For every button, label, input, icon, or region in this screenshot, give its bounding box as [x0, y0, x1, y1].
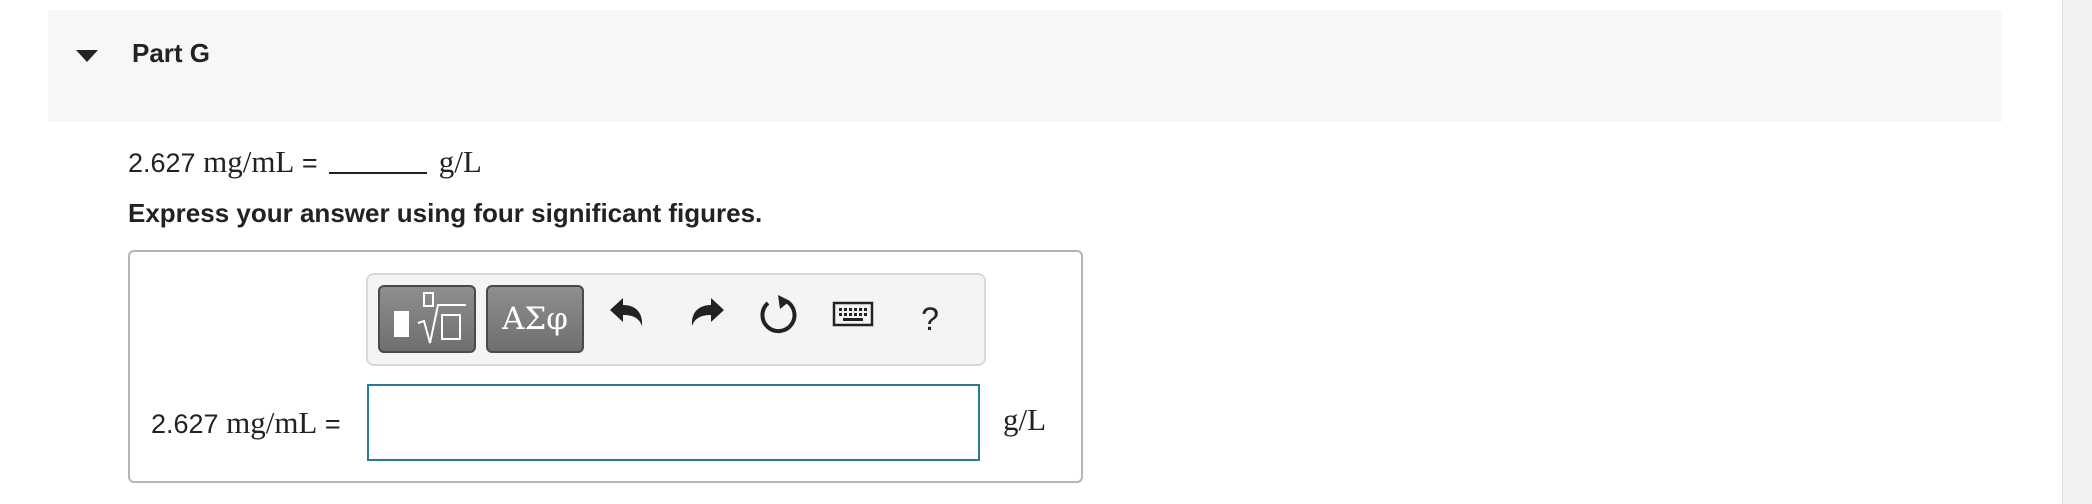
question-result-unit: g/L	[438, 144, 482, 179]
answer-label-value: 2.627	[151, 409, 219, 439]
part-title: Part G	[132, 38, 211, 68]
instruction-text: Express your answer using four significa…	[128, 198, 763, 228]
part-header	[48, 10, 2002, 122]
greek-symbols-label: ΑΣφ	[501, 301, 568, 337]
keyboard-icon	[832, 301, 874, 327]
caret-down-icon[interactable]	[76, 50, 98, 62]
page-scrollbar[interactable]	[2062, 0, 2092, 504]
templates-button[interactable]	[378, 285, 476, 353]
answer-blank	[329, 140, 428, 174]
help-label: ?	[921, 301, 939, 337]
undo-button[interactable]	[606, 293, 650, 345]
question-equals: =	[301, 148, 318, 178]
help-button[interactable]: ?	[908, 293, 952, 345]
redo-arrow-icon	[691, 298, 724, 326]
redo-button[interactable]	[684, 293, 728, 345]
answer-input[interactable]	[367, 384, 980, 461]
reset-circular-arrow-icon	[760, 295, 797, 334]
undo-arrow-icon	[610, 298, 643, 326]
answer-equation-label: 2.627 mg/mL =	[151, 405, 341, 441]
question-line: 2.627 mg/mL = g/L	[128, 140, 482, 180]
fraction-sqrt-template-icon	[394, 292, 466, 344]
question-unit: mg/mL	[203, 144, 295, 179]
reset-button[interactable]	[756, 293, 800, 345]
answer-label-equals: =	[324, 409, 341, 439]
answer-label-unit: mg/mL	[226, 405, 318, 440]
question-value: 2.627	[128, 148, 196, 178]
math-toolbar: ΑΣφ ?	[366, 273, 986, 366]
answer-unit: g/L	[1003, 402, 1047, 437]
greek-symbols-button[interactable]: ΑΣφ	[486, 285, 584, 353]
keyboard-button[interactable]	[832, 293, 876, 345]
